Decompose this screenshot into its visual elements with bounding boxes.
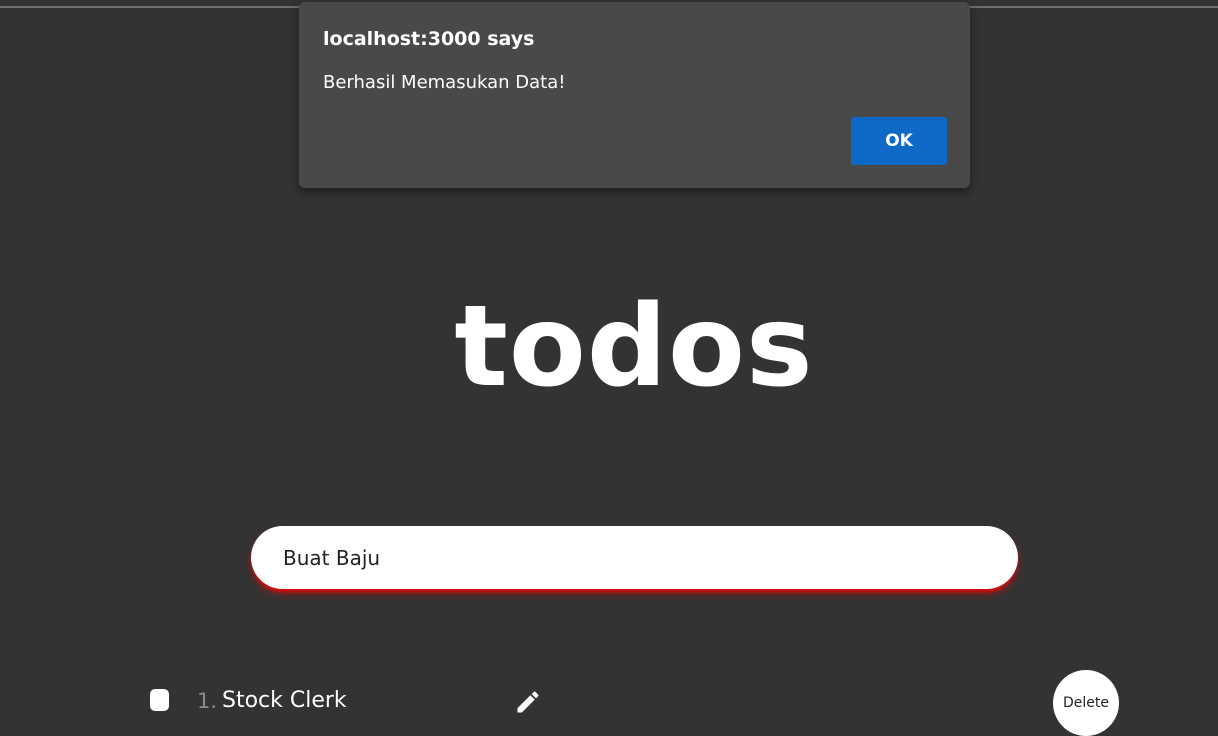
todo-input[interactable]	[251, 526, 1018, 589]
todo-number: 1.	[197, 689, 218, 713]
todo-checkbox[interactable]	[150, 689, 169, 711]
alert-message: Berhasil Memasukan Data!	[323, 72, 566, 93]
todo-text: Stock Clerk	[222, 688, 347, 713]
ok-button[interactable]: OK	[851, 117, 947, 165]
alert-dialog: localhost:3000 says Berhasil Memasukan D…	[299, 2, 970, 188]
app-title: todos	[454, 282, 814, 412]
todo-item: 1. Stock Clerk Delete	[0, 670, 1218, 736]
alert-title: localhost:3000 says	[323, 28, 535, 50]
pencil-icon[interactable]	[514, 688, 542, 716]
delete-button[interactable]: Delete	[1053, 670, 1119, 736]
